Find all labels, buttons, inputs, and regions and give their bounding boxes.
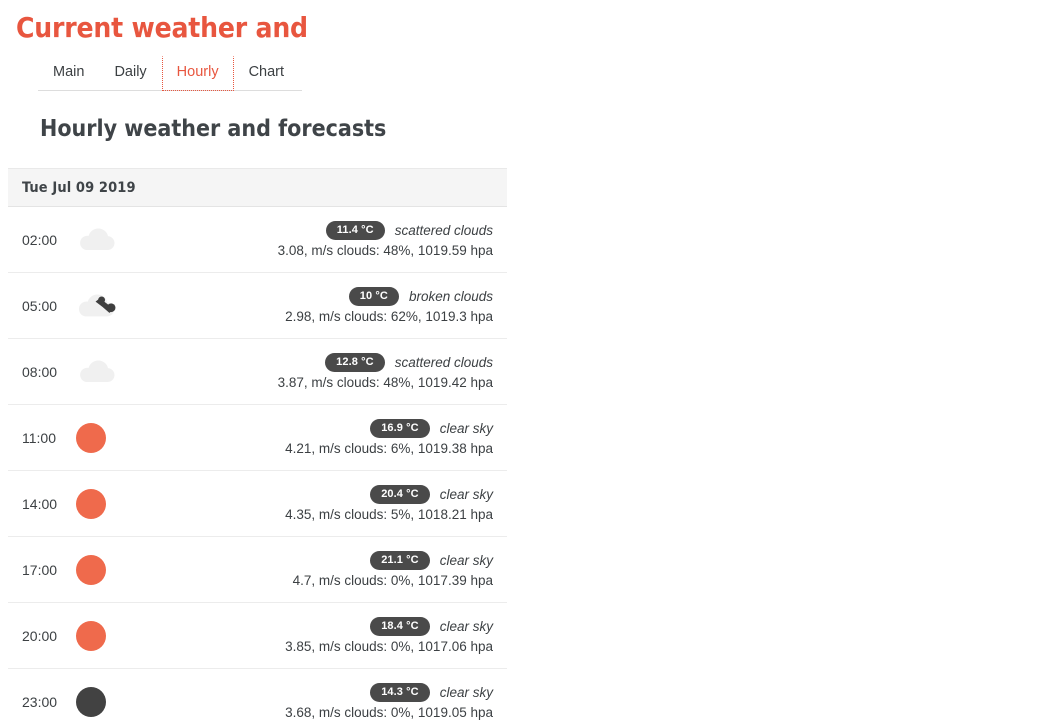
hourly-temp-badge: 21.1 °C: [370, 550, 430, 571]
hourly-temp-badge: 20.4 °C: [370, 484, 430, 505]
hourly-details: 3.08, m/s clouds: 48%, 1019.59 hpa: [277, 243, 493, 259]
cloud-light-icon: [76, 227, 130, 252]
weather-app-page: Current weather and forec MainDailyHourl…: [0, 0, 1059, 721]
hourly-details: 4.35, m/s clouds: 5%, 1018.21 hpa: [285, 507, 493, 523]
hourly-description: scattered clouds: [394, 354, 493, 370]
hourly-description: clear sky: [439, 552, 493, 568]
cloud-broken-icon: [76, 293, 130, 319]
sun-icon: [76, 620, 130, 651]
hourly-temp-badge: 11.4 °C: [325, 220, 385, 241]
left-tab-bar: Main Daily Hourly Chart: [38, 56, 302, 91]
hourly-section-title: Hourly weather and forecasts: [40, 116, 387, 142]
hourly-description: broken clouds: [408, 288, 493, 304]
hourly-description: scattered clouds: [394, 222, 493, 238]
hourly-temp-badge: 18.4 °C: [370, 616, 430, 637]
hourly-description: clear sky: [439, 486, 493, 502]
hourly-row: 20:00 18.4 °C clear sky 3.85, m/s clouds: 0…: [8, 603, 507, 669]
sun-icon: [76, 554, 130, 585]
hourly-row: 02:00 11.4 °C scattered clouds 3.08, m/s cl…: [8, 207, 507, 273]
hourly-row: 17:00 21.1 °C clear sky 4.7, m/s clouds: 0%…: [8, 537, 507, 603]
right-panel: Current weather and forecasts in your ci…: [530, 0, 1059, 721]
left-page-title: Current weather and forec: [16, 14, 316, 42]
hourly-row: 05:00 10 °C broken clouds 2.98, m/s clouds:…: [8, 273, 507, 339]
sun-icon: [76, 488, 130, 519]
hourly-time: 02:00: [22, 231, 58, 248]
hourly-time: 23:00: [22, 693, 58, 710]
hourly-row: 08:00 12.8 °C scattered clouds 3.87, m/s cl…: [8, 339, 507, 405]
left-tab-daily[interactable]: Daily: [99, 56, 161, 91]
hourly-row: 14:00 20.4 °C clear sky 4.35, m/s clouds: 5…: [8, 471, 507, 537]
hourly-time: 14:00: [22, 495, 58, 512]
hourly-time: 17:00: [22, 561, 58, 578]
hourly-details: 3.85, m/s clouds: 0%, 1017.06 hpa: [285, 639, 493, 655]
left-tab-chart[interactable]: Chart: [234, 56, 299, 91]
sun-icon: [76, 422, 130, 453]
hourly-description: clear sky: [439, 420, 493, 436]
hourly-description: clear sky: [439, 684, 493, 700]
hourly-temp-badge: 10 °C: [348, 286, 399, 307]
hourly-details: 2.98, m/s clouds: 62%, 1019.3 hpa: [285, 309, 493, 325]
hourly-details: 3.68, m/s clouds: 0%, 1019.05 hpa: [285, 705, 493, 721]
hourly-temp-badge: 14.3 °C: [370, 682, 430, 703]
left-panel: Current weather and forec MainDailyHourl…: [0, 0, 530, 721]
hourly-row: 23:00 14.3 °C clear sky 3.68, m/s clouds: 0…: [8, 669, 507, 721]
moon-icon: [76, 686, 130, 717]
left-tab-hourly[interactable]: Hourly: [161, 56, 234, 91]
hourly-time: 08:00: [22, 363, 58, 380]
hourly-time: 05:00: [22, 297, 58, 314]
hourly-time: 11:00: [22, 429, 56, 446]
hourly-forecast-list: Tue Jul 09 2019 02:00 11.4 °C scattered cl…: [8, 168, 507, 721]
hourly-time: 20:00: [22, 627, 58, 644]
hourly-details: 4.21, m/s clouds: 6%, 1019.38 hpa: [285, 441, 493, 457]
hourly-temp-badge: 12.8 °C: [325, 352, 385, 373]
left-tab-main[interactable]: Main: [38, 56, 99, 91]
hourly-details: 3.87, m/s clouds: 48%, 1019.42 hpa: [277, 375, 493, 391]
hourly-row: 11:00 16.9 °C clear sky 4.21, m/s clouds: 6…: [8, 405, 507, 471]
hourly-description: clear sky: [439, 618, 493, 634]
hourly-temp-badge: 16.9 °C: [370, 418, 430, 439]
cloud-light-icon: [76, 359, 130, 384]
hourly-day-header: Tue Jul 09 2019: [8, 169, 507, 207]
hourly-details: 4.7, m/s clouds: 0%, 1017.39 hpa: [292, 573, 493, 589]
